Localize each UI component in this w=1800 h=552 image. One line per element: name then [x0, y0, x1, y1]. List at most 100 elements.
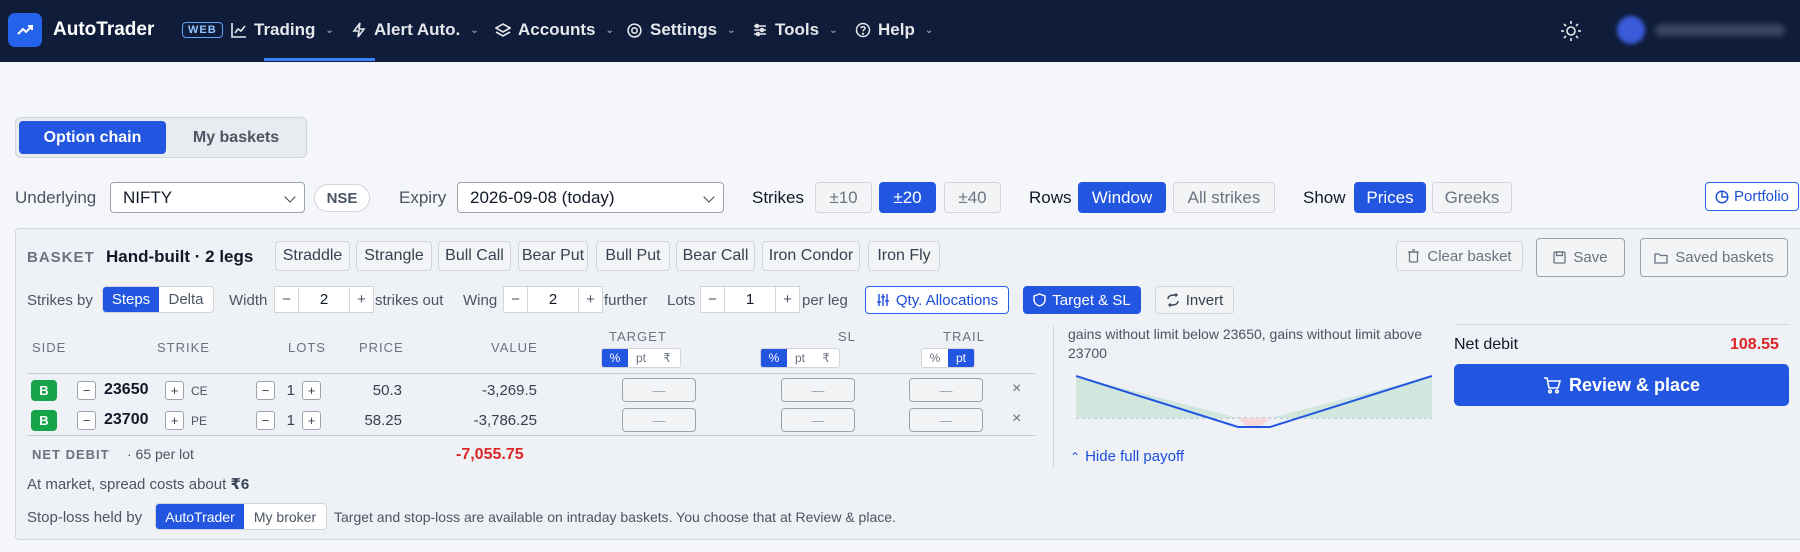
lots-increment-button[interactable]: + [302, 381, 321, 400]
strategy-iron-condor[interactable]: Iron Condor [762, 241, 860, 271]
unit-percent[interactable]: % [602, 349, 628, 367]
nav-settings[interactable]: Settings ⌄ [626, 20, 735, 40]
portfolio-button[interactable]: Portfolio [1705, 182, 1799, 211]
side-buy-badge[interactable]: B [31, 380, 57, 401]
my-baskets-tab[interactable]: My baskets [169, 121, 303, 154]
unit-rupee[interactable]: ₹ [813, 349, 839, 367]
invert-button[interactable]: Invert [1155, 286, 1234, 314]
hide-payoff-link[interactable]: ⌃ Hide full payoff [1070, 448, 1184, 465]
save-button[interactable]: Save [1536, 238, 1625, 277]
width-increment-button[interactable]: + [349, 286, 374, 313]
lots-increment-button[interactable]: + [775, 286, 800, 313]
show-prices-chip[interactable]: Prices [1354, 182, 1426, 213]
trail-input[interactable]: — [909, 408, 983, 432]
nav-alert-auto[interactable]: Alert Auto. ⌄ [351, 20, 479, 40]
nav-accounts[interactable]: Accounts ⌄ [495, 20, 614, 40]
lots-stepper[interactable]: −1 + [700, 286, 800, 313]
nav-label: Alert Auto. [374, 20, 461, 39]
stoploss-held-label: Stop-loss held by [27, 509, 143, 526]
rows-all-strikes-chip[interactable]: All strikes [1173, 182, 1275, 213]
summary-divider [1455, 324, 1789, 325]
strategy-bear-call[interactable]: Bear Call [676, 241, 755, 271]
remove-leg-icon[interactable]: × [1012, 410, 1021, 428]
lots-value[interactable]: 1 [725, 286, 775, 313]
strategy-bull-put[interactable]: Bull Put [596, 241, 670, 271]
unit-percent[interactable]: % [922, 349, 948, 367]
strategy-iron-fly[interactable]: Iron Fly [868, 241, 940, 271]
theme-toggle-sun-icon[interactable] [1560, 20, 1582, 42]
trail-input[interactable]: — [909, 378, 983, 402]
target-input[interactable]: — [622, 408, 696, 432]
underlying-select[interactable]: NIFTY [110, 182, 305, 213]
unit-points[interactable]: pt [948, 349, 974, 367]
leg-value: -3,269.5 [481, 382, 537, 399]
nav-trading[interactable]: Trading ⌄ [231, 20, 334, 40]
nav-help[interactable]: Help ⌄ [855, 20, 933, 40]
remove-leg-icon[interactable]: × [1012, 380, 1021, 398]
shield-icon [1033, 293, 1046, 307]
strategy-bear-put[interactable]: Bear Put [518, 241, 588, 271]
user-avatar[interactable] [1617, 16, 1645, 44]
unit-points[interactable]: pt [628, 349, 654, 367]
strategy-straddle[interactable]: Straddle [275, 241, 350, 271]
sl-input[interactable]: — [781, 408, 855, 432]
strategy-strangle[interactable]: Strangle [356, 241, 432, 271]
lots-decrement-button[interactable]: − [256, 411, 275, 430]
lots-increment-button[interactable]: + [302, 411, 321, 430]
strikes-by-steps[interactable]: Steps [103, 287, 159, 312]
show-greeks-chip[interactable]: Greeks [1432, 182, 1512, 213]
stoploss-holder-toggle: AutoTrader My broker [155, 503, 327, 530]
strike-decrement-button[interactable]: − [77, 381, 96, 400]
layers-icon [495, 23, 511, 37]
side-buy-badge[interactable]: B [31, 410, 57, 431]
chevron-down-icon [284, 191, 296, 203]
strikes-20-chip[interactable]: ±20 [879, 182, 936, 213]
wing-stepper[interactable]: −2 + [503, 286, 603, 313]
qty-allocations-label: Qty. Allocations [895, 291, 999, 309]
sl-input[interactable]: — [781, 378, 855, 402]
strike-increment-button[interactable]: + [165, 381, 184, 400]
strikes-40-chip[interactable]: ±40 [944, 182, 1001, 213]
qty-allocations-button[interactable]: Qty. Allocations [865, 286, 1009, 314]
col-strike: STRIKE [157, 340, 210, 355]
strikes-by-delta[interactable]: Delta [159, 287, 213, 312]
stoploss-my-broker[interactable]: My broker [244, 504, 326, 529]
expiry-select[interactable]: 2026-09-08 (today) [457, 182, 724, 213]
nav-tools[interactable]: Tools ⌄ [752, 20, 837, 40]
target-input[interactable]: — [622, 378, 696, 402]
strikes-10-chip[interactable]: ±10 [815, 182, 872, 213]
stoploss-autotrader[interactable]: AutoTrader [156, 504, 244, 529]
chevron-down-icon: ⌄ [325, 24, 334, 36]
view-toggle: Option chain My baskets [15, 117, 307, 158]
nav-active-indicator [264, 58, 375, 61]
lots-decrement-button[interactable]: − [700, 286, 725, 313]
option-chain-tab[interactable]: Option chain [19, 121, 166, 154]
top-navbar: AutoTrader WEB Trading ⌄ Alert Auto. ⌄ Acc… [0, 0, 1800, 62]
review-place-button[interactable]: Review & place [1454, 364, 1789, 406]
user-name-blurred[interactable] [1655, 24, 1785, 36]
nav-label: Help [878, 20, 915, 39]
strike-decrement-button[interactable]: − [77, 411, 96, 430]
lots-decrement-button[interactable]: − [256, 381, 275, 400]
strategy-bull-call[interactable]: Bull Call [438, 241, 511, 271]
width-decrement-button[interactable]: − [274, 286, 299, 313]
wing-value[interactable]: 2 [528, 286, 578, 313]
rows-window-chip[interactable]: Window [1078, 182, 1166, 213]
trail-unit-toggle: % pt [921, 348, 975, 368]
lots-suffix: per leg [802, 292, 848, 309]
unit-rupee[interactable]: ₹ [654, 349, 680, 367]
target-sl-button[interactable]: Target & SL [1023, 286, 1141, 314]
payoff-profit-left [1076, 376, 1238, 418]
wing-increment-button[interactable]: + [578, 286, 603, 313]
unit-percent[interactable]: % [761, 349, 787, 367]
nav-label: Trading [254, 20, 316, 39]
clear-basket-button[interactable]: Clear basket [1396, 241, 1523, 271]
saved-baskets-button[interactable]: Saved baskets [1640, 238, 1788, 277]
app-logo[interactable] [8, 13, 42, 47]
wing-decrement-button[interactable]: − [503, 286, 528, 313]
strike-increment-button[interactable]: + [165, 411, 184, 430]
width-stepper[interactable]: −2 + [274, 286, 374, 313]
width-value[interactable]: 2 [299, 286, 349, 313]
unit-points[interactable]: pt [787, 349, 813, 367]
chevron-up-icon: ⌃ [1070, 449, 1081, 464]
